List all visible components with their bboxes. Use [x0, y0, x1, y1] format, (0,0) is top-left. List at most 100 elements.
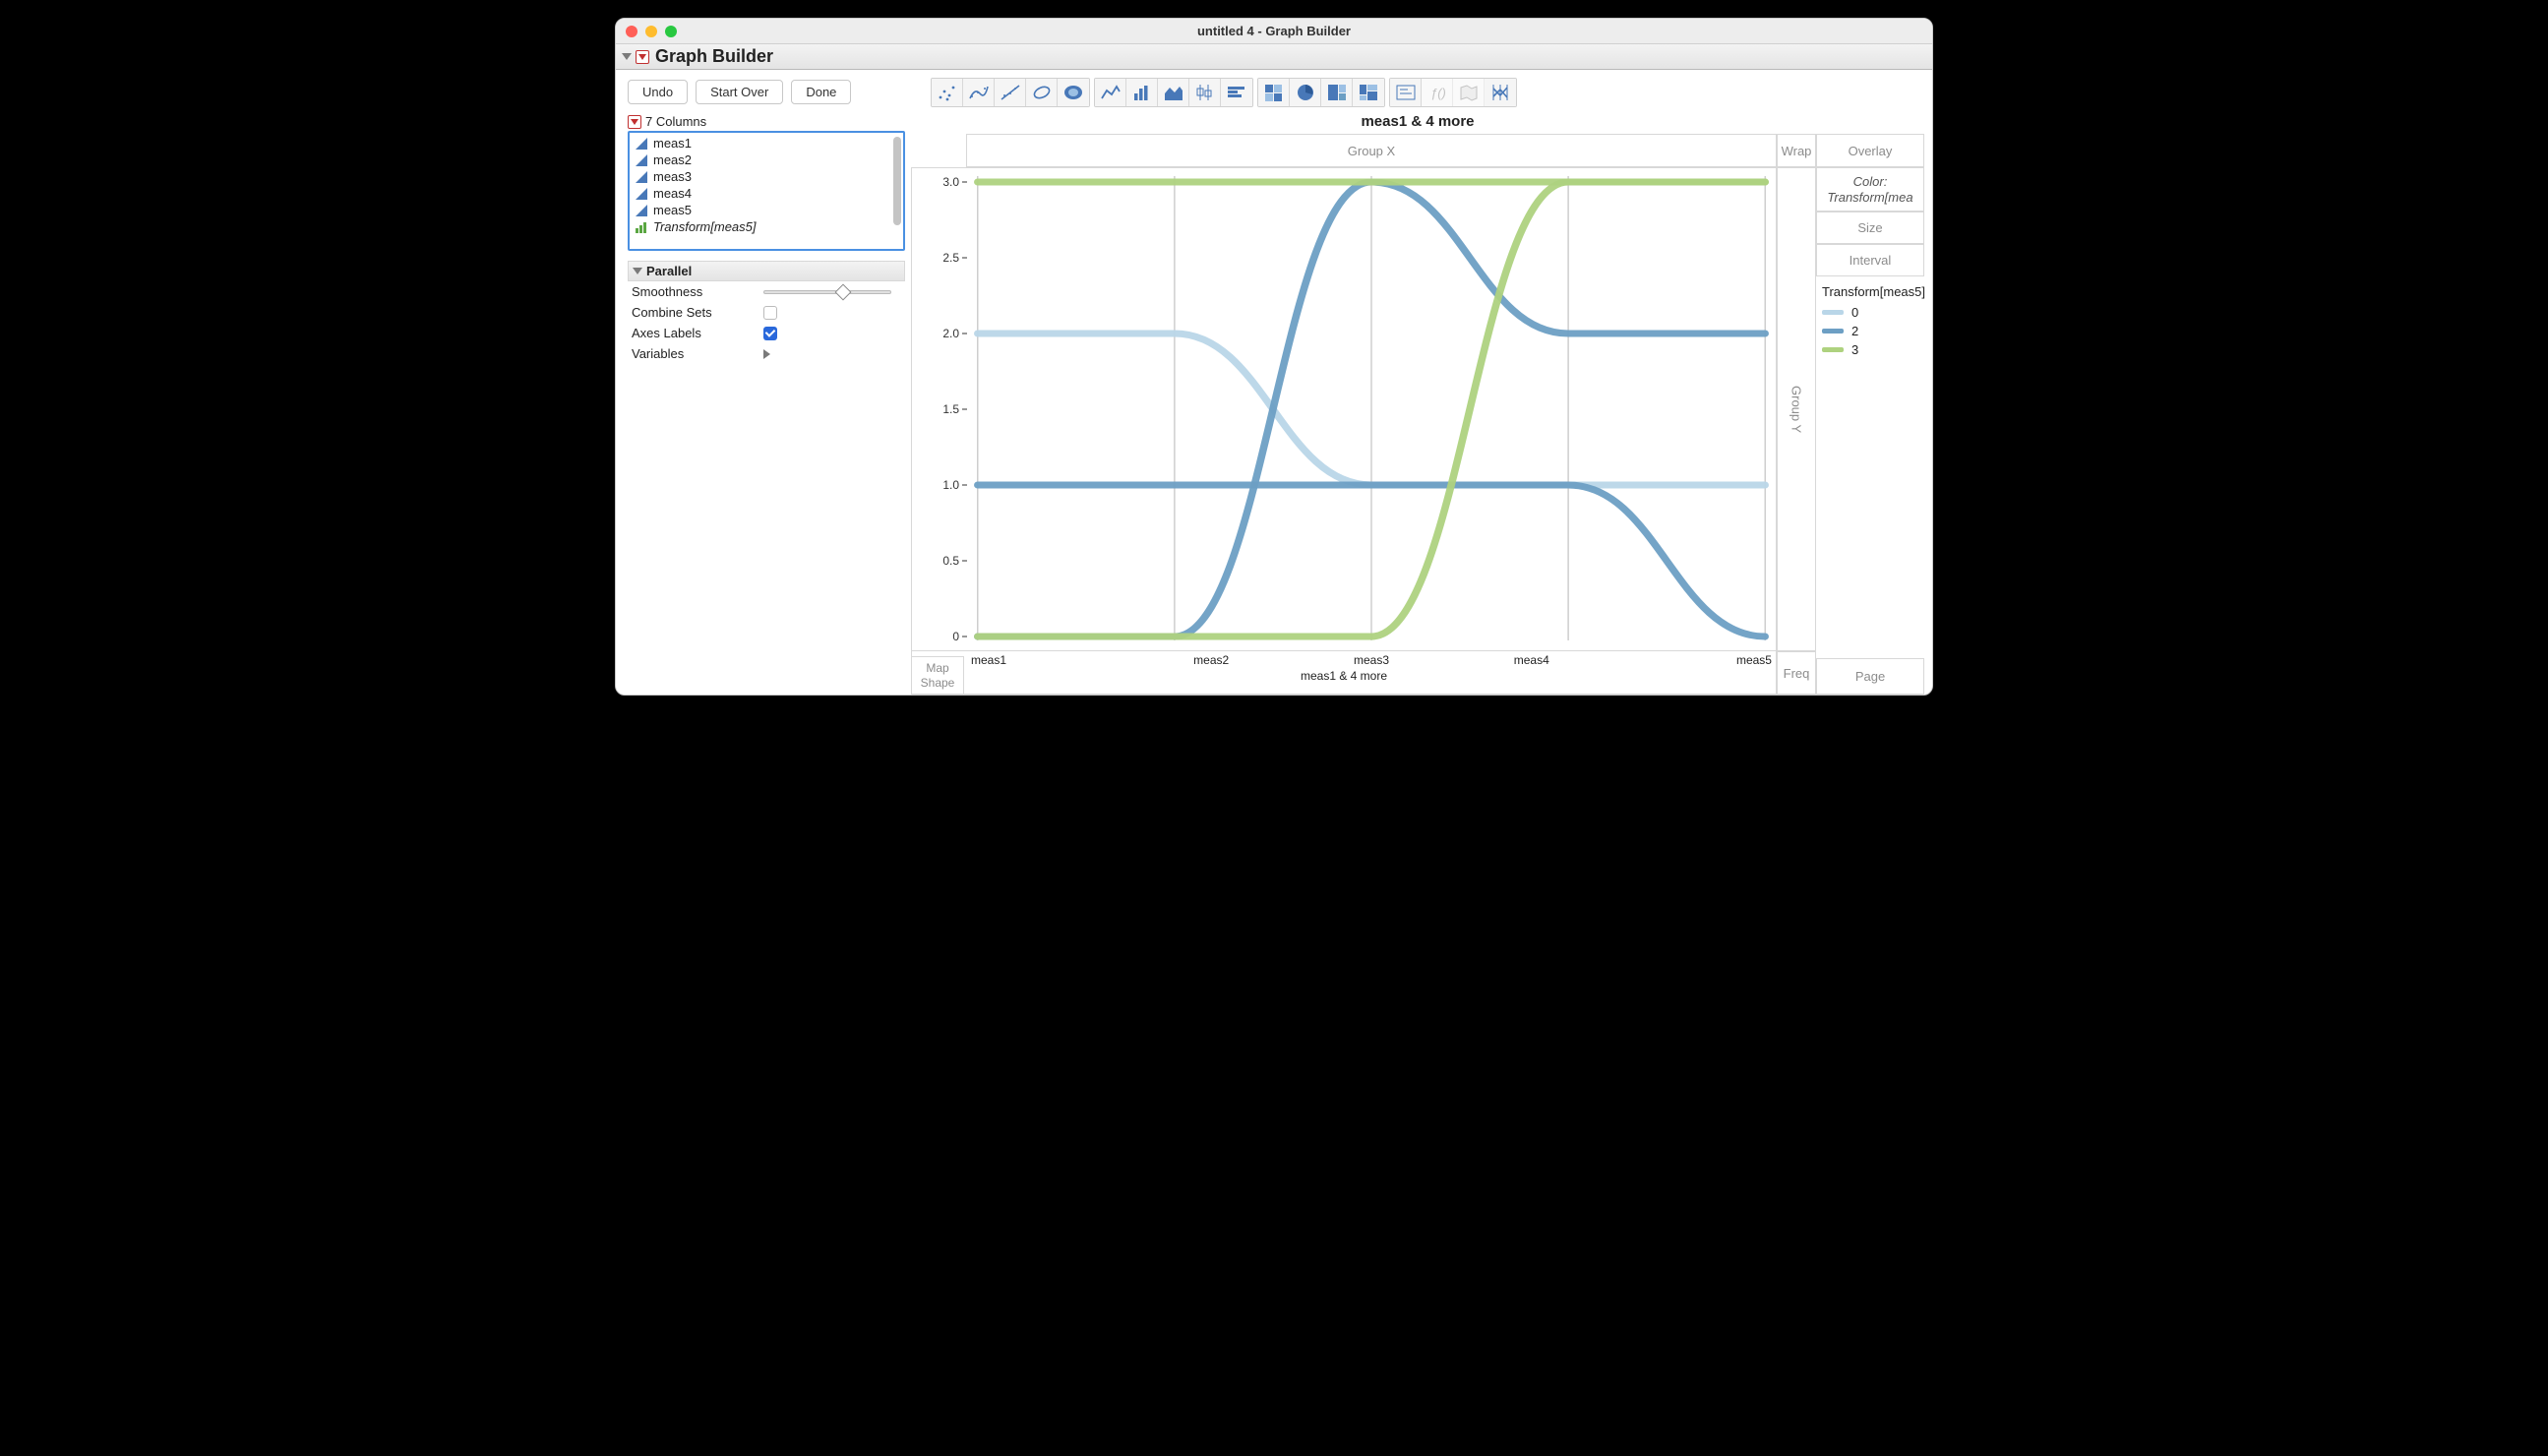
ellipse-element-icon[interactable] — [1026, 79, 1058, 106]
color-zone[interactable]: Color: Transform[mea — [1816, 167, 1924, 212]
color-zone-label: Color: — [1819, 174, 1921, 190]
boxplot-element-icon[interactable] — [1189, 79, 1221, 106]
continuous-icon — [636, 154, 647, 166]
heatmap-element-icon[interactable] — [1258, 79, 1290, 106]
legend-item[interactable]: 3 — [1822, 342, 1918, 357]
column-item[interactable]: meas1 — [630, 135, 903, 152]
panel-title: Parallel — [646, 264, 692, 278]
y-tick-label: 2.0 — [942, 327, 959, 340]
column-name: meas2 — [653, 152, 692, 167]
map-shape-label-2: Shape — [914, 676, 961, 690]
overlay-zone[interactable]: Overlay — [1816, 134, 1924, 167]
continuous-icon — [636, 188, 647, 200]
map-shape-label-1: Map — [914, 661, 961, 675]
undo-button[interactable]: Undo — [628, 80, 688, 104]
group-y-zone[interactable]: Group Y — [1777, 167, 1816, 651]
continuous-icon — [636, 171, 647, 183]
plot[interactable] — [967, 168, 1776, 650]
legend[interactable]: Transform[meas5] 0 2 3 — [1816, 276, 1924, 369]
y-tick-label: 1.5 — [942, 402, 959, 416]
page-zone[interactable]: Page — [1816, 658, 1924, 695]
legend-label: 2 — [1851, 324, 1858, 338]
hotspot-icon[interactable] — [628, 115, 641, 129]
window-title: untitled 4 - Graph Builder — [616, 24, 1932, 38]
svg-text:ƒ(): ƒ() — [1430, 86, 1446, 100]
freq-zone[interactable]: Freq — [1777, 651, 1816, 695]
smoother-element-icon[interactable] — [963, 79, 995, 106]
legend-label: 3 — [1851, 342, 1858, 357]
line-of-fit-element-icon[interactable] — [995, 79, 1026, 106]
treemap-element-icon[interactable] — [1321, 79, 1353, 106]
column-item[interactable]: meas3 — [630, 168, 903, 185]
histogram-element-icon[interactable] — [1221, 79, 1252, 106]
map-element-icon[interactable] — [1453, 79, 1485, 106]
legend-title: Transform[meas5] — [1822, 284, 1918, 299]
wrap-zone[interactable]: Wrap — [1777, 134, 1816, 167]
plot-area[interactable]: 00.51.01.52.02.53.0 — [911, 167, 1777, 651]
hotspot-icon[interactable] — [636, 50, 649, 64]
map-shape-zone[interactable]: Map Shape — [911, 656, 964, 695]
area-element-icon[interactable] — [1158, 79, 1189, 106]
x-tick-label: meas4 — [1451, 653, 1611, 667]
axes-labels-label: Axes Labels — [632, 326, 701, 340]
done-button[interactable]: Done — [791, 80, 851, 104]
smoothness-label: Smoothness — [632, 284, 702, 299]
points-element-icon[interactable] — [932, 79, 963, 106]
ordinal-icon — [636, 221, 647, 233]
column-name: Transform[meas5] — [653, 219, 757, 234]
columns-header: 7 Columns — [645, 114, 706, 129]
interval-zone[interactable]: Interval — [1816, 244, 1924, 276]
section-title: Graph Builder — [655, 46, 773, 67]
column-item[interactable]: meas4 — [630, 185, 903, 202]
app-window: untitled 4 - Graph Builder Graph Builder… — [615, 18, 1933, 696]
y-tick-label: 1.0 — [942, 478, 959, 492]
legend-item[interactable]: 2 — [1822, 324, 1918, 338]
mosaic-element-icon[interactable] — [1353, 79, 1384, 106]
group-x-zone[interactable]: Group X — [966, 134, 1777, 167]
combine-sets-label: Combine Sets — [632, 305, 712, 320]
bar-element-icon[interactable] — [1126, 79, 1158, 106]
combine-sets-checkbox[interactable] — [763, 306, 777, 320]
column-item[interactable]: meas2 — [630, 152, 903, 168]
graph-title: meas1 & 4 more — [911, 113, 1924, 130]
control-panel: Undo Start Over Done 7 Columns meas1 mea… — [616, 70, 911, 695]
x-axis-title: meas1 & 4 more — [912, 669, 1776, 683]
graph-builder-canvas: Group X Wrap Overlay 00.51.01.52.02.53.0… — [911, 134, 1924, 695]
x-tick-label: meas5 — [1611, 653, 1776, 667]
variables-label: Variables — [632, 346, 684, 361]
legend-swatch — [1822, 310, 1844, 315]
column-name: meas1 — [653, 136, 692, 151]
caption-element-icon[interactable] — [1390, 79, 1422, 106]
parallel-element-icon[interactable] — [1485, 79, 1516, 106]
continuous-icon — [636, 138, 647, 150]
axes-labels-checkbox[interactable] — [763, 327, 777, 340]
slider-thumb[interactable] — [835, 283, 852, 300]
pie-element-icon[interactable] — [1290, 79, 1321, 106]
scrollbar[interactable] — [893, 137, 901, 245]
scrollbar-thumb[interactable] — [893, 137, 901, 225]
disclosure-icon[interactable] — [622, 53, 632, 60]
color-zone-var: Transform[mea — [1819, 190, 1921, 206]
y-tick-label: 0.5 — [942, 554, 959, 568]
smoothness-slider[interactable] — [763, 290, 891, 294]
formula-element-icon[interactable]: ƒ() — [1422, 79, 1453, 106]
expand-icon[interactable] — [763, 349, 770, 359]
titlebar: untitled 4 - Graph Builder — [616, 19, 1932, 44]
element-palette: ƒ() — [931, 78, 1924, 107]
section-header: Graph Builder — [616, 44, 1932, 70]
x-tick-label: meas2 — [1131, 653, 1292, 667]
start-over-button[interactable]: Start Over — [696, 80, 783, 104]
y-axis[interactable]: 00.51.01.52.02.53.0 — [912, 168, 967, 650]
legend-item[interactable]: 0 — [1822, 305, 1918, 320]
column-name: meas4 — [653, 186, 692, 201]
x-axis[interactable]: meas1meas2meas3meas4meas5 meas1 & 4 more — [911, 651, 1777, 695]
line-element-icon[interactable] — [1095, 79, 1126, 106]
disclosure-icon[interactable] — [633, 268, 642, 274]
size-zone[interactable]: Size — [1816, 212, 1924, 244]
column-name: meas3 — [653, 169, 692, 184]
columns-list[interactable]: meas1 meas2 meas3 meas4 — [628, 131, 905, 251]
y-tick-label: 2.5 — [942, 251, 959, 265]
column-item[interactable]: Transform[meas5] — [630, 218, 903, 235]
column-item[interactable]: meas5 — [630, 202, 903, 218]
contour-element-icon[interactable] — [1058, 79, 1089, 106]
